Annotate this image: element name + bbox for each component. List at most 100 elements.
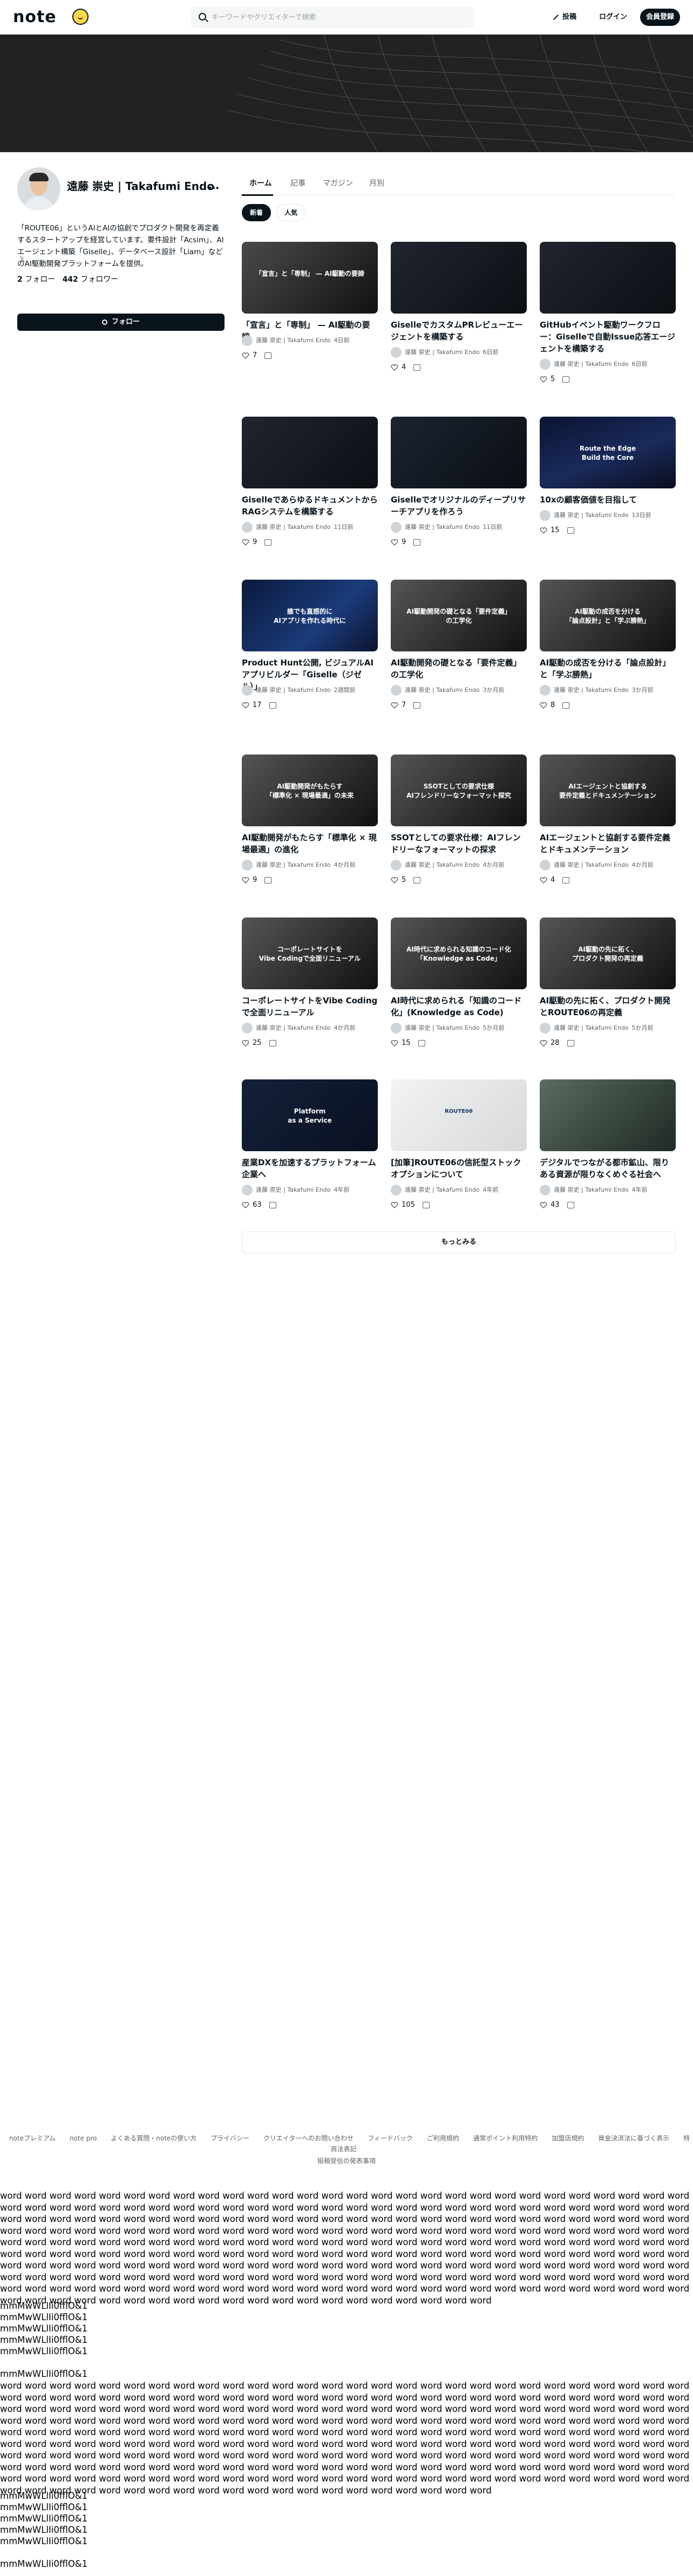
follower-label[interactable]: フォロワー (80, 275, 118, 284)
heart-icon[interactable] (391, 876, 398, 883)
author-name[interactable]: 遠藤 崇史 | Takafumi Endo (256, 687, 331, 694)
article-title[interactable]: AIエージェントと協創する要件定義とドキュメンテーション (540, 832, 676, 855)
magazine-add-icon[interactable] (413, 876, 421, 883)
article-thumbnail[interactable]: SSOTとしての要求仕様 AIフレンドリーなフォーマット探究 (391, 755, 527, 826)
article-thumbnail[interactable]: コーポレートサイトを Vibe Codingで全面リニューアル (242, 917, 378, 989)
author-name[interactable]: 遠藤 崇史 | Takafumi Endo (554, 687, 629, 694)
note-logo[interactable]: note (13, 9, 57, 26)
like-count[interactable]: 63 (253, 1201, 262, 1209)
footer-link[interactable]: note pro (70, 2135, 97, 2142)
author-avatar[interactable] (391, 522, 402, 533)
follower-count[interactable]: 442 (63, 275, 78, 284)
heart-icon[interactable] (540, 1039, 547, 1046)
like-count[interactable]: 7 (253, 351, 257, 359)
more-options-button[interactable]: … (205, 178, 222, 195)
author-name[interactable]: 遠藤 崇史 | Takafumi Endo (256, 524, 331, 531)
article-thumbnail[interactable]: AI駆動開発の礎となる「要件定義」 の工学化 (391, 580, 527, 651)
chip-new[interactable]: 新着 (242, 204, 271, 221)
heart-icon[interactable] (540, 1201, 547, 1208)
signup-button[interactable]: 会員登録 (640, 9, 680, 26)
author-avatar[interactable] (242, 522, 253, 533)
article-thumbnail[interactable] (540, 1079, 676, 1151)
tab-articles[interactable]: 記事 (290, 177, 305, 190)
article-title[interactable]: AI駆動の先に拓く、プロダクト開発とROUTE06の再定義 (540, 995, 676, 1018)
article-title[interactable]: GiselleであらゆるドキュメントからRAGシステムを構築する (242, 494, 378, 518)
like-count[interactable]: 15 (551, 526, 560, 534)
tab-home[interactable]: ホーム (249, 177, 272, 190)
author-avatar[interactable] (540, 1023, 551, 1034)
magazine-add-icon[interactable] (567, 1201, 574, 1208)
author-avatar[interactable] (391, 1023, 402, 1034)
article-thumbnail[interactable]: ROUTE06 (391, 1079, 527, 1151)
magazine-add-icon[interactable] (562, 876, 570, 883)
like-count[interactable]: 28 (551, 1039, 560, 1047)
article-title[interactable]: デジタルでつながる都市鉱山、限りある資源が限りなくめぐる社会へ (540, 1157, 676, 1180)
author-name[interactable]: 遠藤 崇史 | Takafumi Endo (405, 861, 480, 868)
author-name[interactable]: 遠藤 崇史 | Takafumi Endo (256, 1024, 331, 1031)
article-thumbnail[interactable] (391, 242, 527, 314)
magazine-add-icon[interactable] (418, 1039, 425, 1046)
author-avatar[interactable] (540, 510, 551, 521)
magazine-add-icon[interactable] (264, 352, 272, 359)
footer-link[interactable]: クリエイターへのお問い合わせ (263, 2135, 354, 2142)
heart-icon[interactable] (391, 1039, 398, 1046)
heart-icon[interactable] (391, 364, 398, 371)
article-title[interactable]: コーポレートサイトをVibe Codingで全面リニューアル (242, 995, 378, 1018)
article-thumbnail[interactable] (242, 417, 378, 488)
like-count[interactable]: 4 (551, 876, 555, 884)
heart-icon[interactable] (391, 1201, 398, 1208)
like-count[interactable]: 5 (402, 876, 406, 884)
chip-popular[interactable]: 人気 (276, 204, 305, 221)
article-thumbnail[interactable]: Route the Edge Build the Core (540, 417, 676, 488)
follow-button[interactable]: フォロー (17, 314, 225, 331)
magazine-add-icon[interactable] (422, 1201, 430, 1208)
article-title[interactable]: [加筆]ROUTE06の信託型ストックオプションについて (391, 1157, 527, 1180)
magazine-add-icon[interactable] (269, 1039, 276, 1046)
magazine-add-icon[interactable] (567, 1039, 574, 1046)
like-count[interactable]: 9 (253, 876, 257, 884)
footer-link[interactable]: フィードバック (368, 2135, 413, 2142)
heart-icon[interactable] (242, 1039, 249, 1046)
like-count[interactable]: 9 (402, 538, 406, 546)
author-name[interactable]: 遠藤 崇史 | Takafumi Endo (405, 349, 480, 356)
article-title[interactable]: 産業DXを加速するプラットフォーム企業へ (242, 1157, 378, 1180)
author-name[interactable]: 遠藤 崇史 | Takafumi Endo (405, 1186, 480, 1193)
heart-icon[interactable] (242, 876, 249, 883)
show-more-button[interactable]: もっとみる (242, 1232, 676, 1253)
magazine-add-icon[interactable] (269, 702, 276, 709)
like-count[interactable]: 9 (253, 538, 257, 546)
magazine-add-icon[interactable] (567, 527, 574, 534)
like-count[interactable]: 15 (402, 1039, 411, 1047)
magazine-add-icon[interactable] (562, 702, 570, 709)
author-avatar[interactable] (391, 347, 402, 358)
magazine-add-icon[interactable] (269, 1201, 276, 1208)
article-thumbnail[interactable] (540, 242, 676, 314)
author-avatar[interactable] (242, 1185, 253, 1195)
tab-monthly[interactable]: 月別 (369, 177, 384, 190)
footer-link[interactable]: プライバシー (210, 2135, 249, 2142)
tab-magazines[interactable]: マガジン (323, 177, 353, 190)
author-avatar[interactable] (242, 685, 253, 696)
author-name[interactable]: 遠藤 崇史 | Takafumi Endo (405, 1024, 480, 1031)
heart-icon[interactable] (540, 527, 547, 534)
author-name[interactable]: 遠藤 崇史 | Takafumi Endo (554, 861, 629, 868)
magazine-add-icon[interactable] (413, 539, 421, 546)
author-name[interactable]: 遠藤 崇史 | Takafumi Endo (256, 1186, 331, 1193)
article-thumbnail[interactable]: AI駆動の成否を分ける 「論点設計」と「学ぶ勝熱」 (540, 580, 676, 651)
heart-icon[interactable] (242, 352, 249, 359)
author-name[interactable]: 遠藤 崇史 | Takafumi Endo (554, 1024, 629, 1031)
login-button[interactable]: ログイン (599, 11, 627, 24)
like-count[interactable]: 4 (402, 363, 406, 371)
author-name[interactable]: 遠藤 崇史 | Takafumi Endo (256, 861, 331, 868)
article-title[interactable]: SSOTとしての要求仕様：AIフレンドリーなフォーマットの探求 (391, 832, 527, 855)
article-title[interactable]: GitHubイベント駆動ワークフロー：Giselleで自動Issue応答エージェ… (540, 319, 676, 355)
heart-icon[interactable] (540, 876, 547, 883)
like-count[interactable]: 8 (551, 701, 555, 709)
like-count[interactable]: 105 (402, 1201, 415, 1209)
article-thumbnail[interactable]: AI駆動開発がもたらす 「標準化 × 現場最適」の未来 (242, 755, 378, 826)
article-title[interactable]: Giselleでオリジナルのディープリサーチアプリを作ろう (391, 494, 527, 518)
footer-link[interactable]: 通常ポイント利用特約 (473, 2135, 538, 2142)
heart-icon[interactable] (540, 702, 547, 709)
article-thumbnail[interactable]: AI時代に求められる知識のコード化 「Knowledge as Code」 (391, 917, 527, 989)
like-count[interactable]: 5 (551, 375, 555, 383)
